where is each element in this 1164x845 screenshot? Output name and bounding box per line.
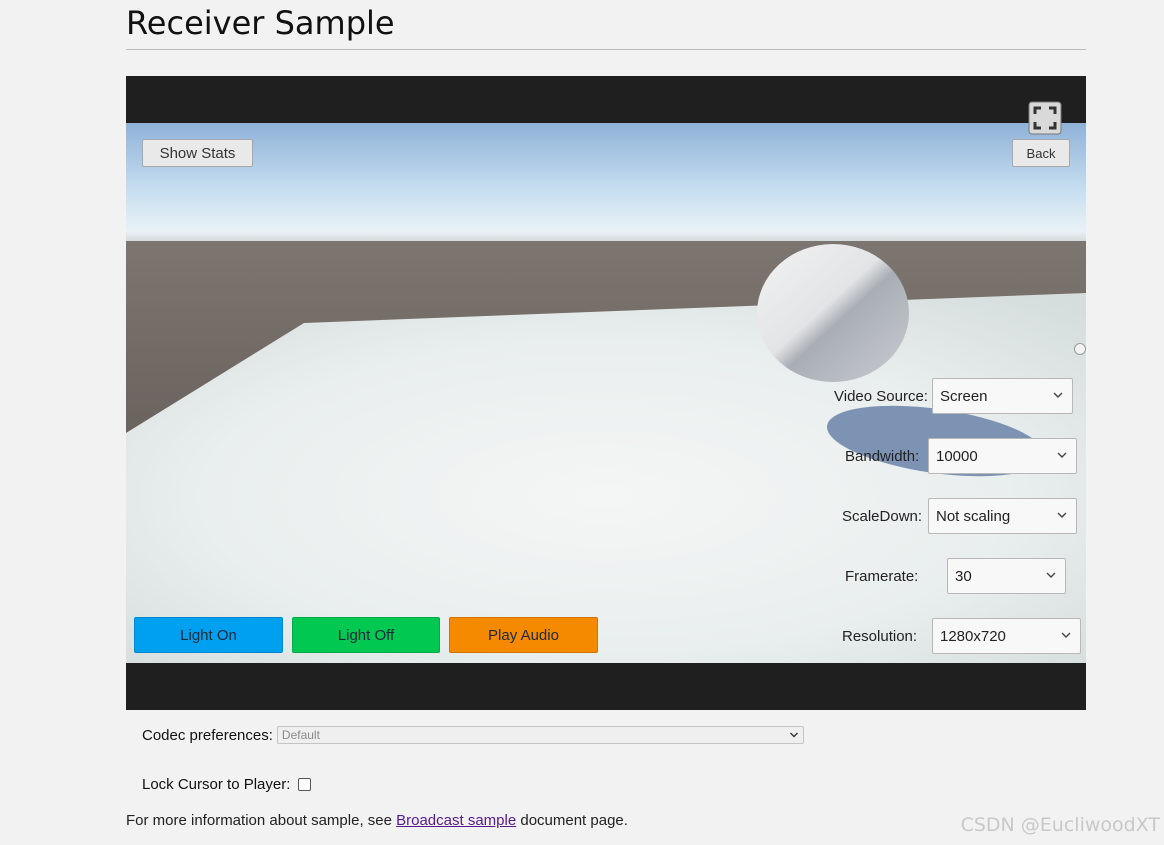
codec-preferences-select[interactable]: Default [276, 726, 804, 744]
chevron-down-icon [1053, 392, 1063, 398]
info-prefix: For more information about sample, see [126, 812, 397, 829]
codec-preferences-label: Codec preferences: [142, 726, 273, 744]
chevron-down-icon [1046, 572, 1056, 578]
codec-preferences-row: Codec preferences: Default [142, 726, 804, 744]
watermark: CSDN @EucliwoodXT [960, 814, 1160, 836]
scale-down-label: ScaleDown: [842, 508, 923, 525]
lock-cursor-row: Lock Cursor to Player: [142, 776, 312, 793]
scale-down-value: Not scaling [936, 507, 1011, 525]
broadcast-sample-link[interactable]: Broadcast sample [396, 812, 516, 829]
chevron-down-icon [1061, 632, 1071, 638]
resolution-label: Resolution: [842, 628, 918, 645]
video-source-select[interactable]: Screen [932, 378, 1073, 414]
framerate-value: 30 [955, 567, 972, 585]
title-divider [126, 49, 1086, 50]
bandwidth-label: Bandwidth: [845, 448, 920, 465]
resolution-value: 1280x720 [940, 627, 1006, 645]
lock-cursor-checkbox[interactable] [298, 778, 312, 791]
codec-preferences-value: Default [281, 728, 320, 742]
scroll-handle[interactable] [1074, 343, 1086, 355]
scale-down-select[interactable]: Not scaling [928, 498, 1077, 534]
chevron-down-icon [789, 732, 798, 738]
page-title: Receiver Sample [126, 4, 395, 42]
chevron-down-icon [1057, 452, 1067, 458]
back-button[interactable]: Back [1012, 139, 1070, 167]
play-audio-button[interactable]: Play Audio [449, 617, 598, 653]
show-stats-button[interactable]: Show Stats [142, 139, 253, 167]
fullscreen-icon[interactable] [1028, 101, 1062, 135]
resolution-select[interactable]: 1280x720 [932, 618, 1081, 654]
video-source-label: Video Source: [834, 388, 928, 405]
light-on-button[interactable]: Light On [134, 617, 283, 653]
bandwidth-select[interactable]: 10000 [928, 438, 1077, 474]
framerate-label: Framerate: [845, 568, 919, 585]
info-text: For more information about sample, see B… [126, 812, 628, 829]
video-source-value: Screen [940, 387, 988, 405]
lock-cursor-label: Lock Cursor to Player: [142, 776, 291, 793]
video-viewport[interactable]: Show Stats Back Video Source: Screen Ban… [126, 123, 1086, 663]
chevron-down-icon [1057, 512, 1067, 518]
video-player[interactable]: Show Stats Back Video Source: Screen Ban… [126, 76, 1086, 710]
info-suffix: document page. [516, 812, 628, 829]
bandwidth-value: 10000 [936, 447, 978, 465]
framerate-select[interactable]: 30 [947, 558, 1066, 594]
light-off-button[interactable]: Light Off [292, 617, 440, 653]
